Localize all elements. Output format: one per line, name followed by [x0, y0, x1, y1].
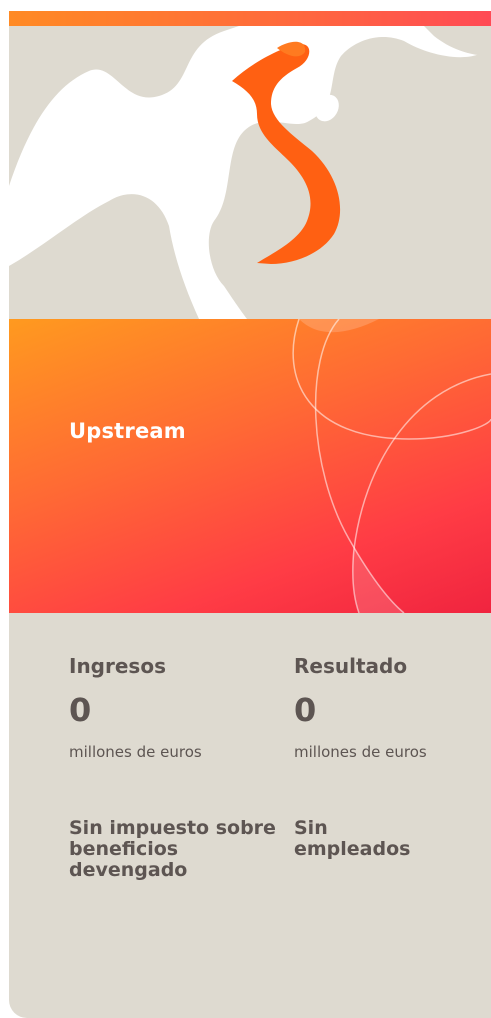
hero-banner: Upstream: [9, 319, 491, 613]
stats-panel: Ingresos 0 millones de euros Sin impuest…: [9, 613, 491, 1018]
result-value: 0: [294, 691, 317, 729]
revenue-value: 0: [69, 691, 92, 729]
decorative-map-shape-icon: [9, 26, 491, 319]
employees-note: Sin empleados: [294, 817, 411, 860]
revenue-unit: millones de euros: [69, 743, 202, 761]
result-label: Resultado: [294, 654, 408, 678]
top-accent-bar: [9, 11, 491, 26]
header-illustration: [9, 26, 491, 319]
result-unit: millones de euros: [294, 743, 427, 761]
section-title: Upstream: [69, 419, 186, 443]
decorative-curves-icon: [292, 319, 491, 613]
upstream-card: Upstream Ingresos 0 millones de euros Si…: [9, 11, 491, 1018]
tax-note: Sin impuesto sobre beneficios devengado: [69, 817, 276, 881]
revenue-label: Ingresos: [69, 654, 166, 678]
